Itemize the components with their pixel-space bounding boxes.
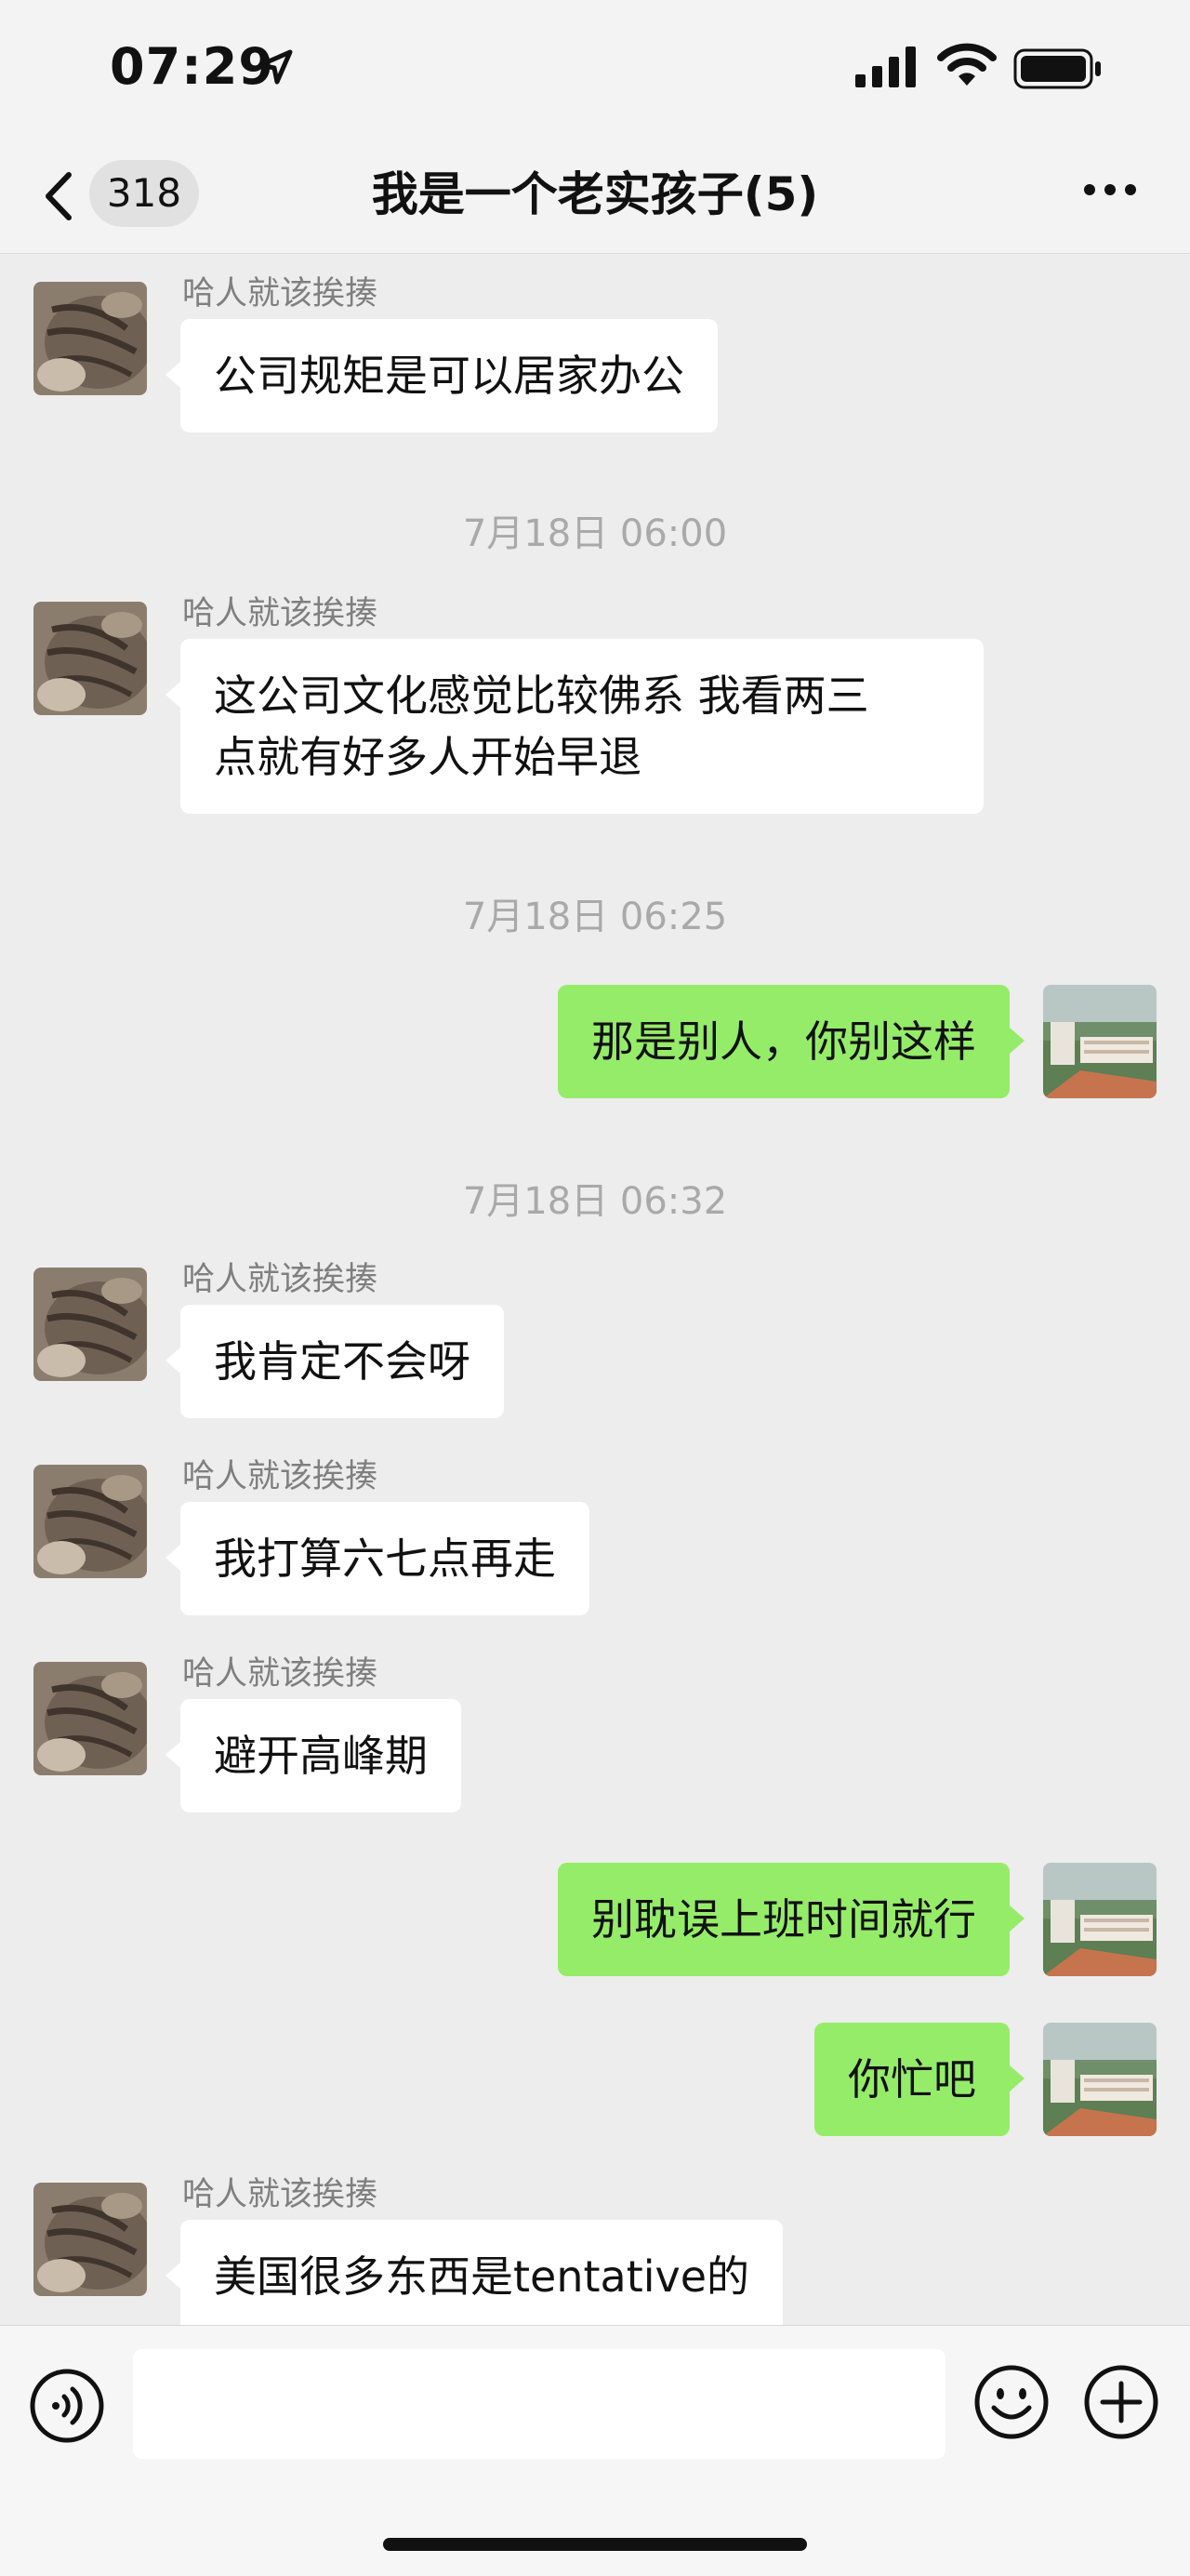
message-bubble-received[interactable]: 这公司文化感觉比较佛系 我看两三 点就有好多人开始早退 <box>165 639 984 814</box>
message-bubble-sent[interactable]: 那是别人，你别这样 <box>558 985 1025 1098</box>
message-timestamp: 7月18日 06:00 <box>462 512 728 555</box>
input-bar <box>0 2325 1190 2576</box>
message-timestamp: 7月18日 06:32 <box>462 1180 728 1223</box>
avatar-cat[interactable] <box>33 2183 147 2296</box>
avatar-self[interactable] <box>1043 985 1157 1098</box>
voice-icon[interactable] <box>28 2367 106 2445</box>
message-list[interactable]: 哈人就该挨揍 公司规矩是可以居家办公 7月18日 06:00 哈人就该挨揍 这公… <box>0 254 1190 2325</box>
message-bubble-received[interactable]: 公司规矩是可以居家办公 <box>165 319 718 432</box>
avatar-cat[interactable] <box>33 1662 147 1775</box>
message-bubble-sent[interactable]: 你忙吧 <box>814 2023 1025 2136</box>
message-text: 那是别人，你别这样 <box>591 1016 976 1067</box>
avatar-cat[interactable] <box>33 1465 147 1578</box>
message-bubble-received[interactable]: 避开高峰期 <box>165 1699 461 1812</box>
message-text: 我肯定不会呀 <box>214 1336 470 1387</box>
home-indicator[interactable] <box>383 2538 807 2551</box>
avatar-self[interactable] <box>1043 1863 1157 1976</box>
wifi-icon <box>937 43 997 86</box>
avatar-cat[interactable] <box>33 282 147 395</box>
avatar-self[interactable] <box>1043 2023 1157 2136</box>
sender-name: 哈人就该挨揍 <box>182 1458 378 1495</box>
sender-name: 哈人就该挨揍 <box>182 1655 378 1693</box>
message-bubble-received[interactable]: 我肯定不会呀 <box>165 1305 504 1418</box>
location-arrow-icon <box>258 49 293 85</box>
avatar-cat[interactable] <box>33 1268 147 1381</box>
sender-name: 哈人就该挨揍 <box>182 2176 378 2213</box>
sender-name: 哈人就该挨揍 <box>182 595 378 632</box>
message-bubble-received[interactable]: 我打算六七点再走 <box>165 1502 589 1615</box>
chat-title: 我是一个老实孩子(5) <box>371 167 819 221</box>
message-text: 我打算六七点再走 <box>214 1534 556 1584</box>
message-text: 别耽误上班时间就行 <box>591 1894 976 1945</box>
message-text: 美国很多东西是tentative的 <box>214 2251 750 2302</box>
plus-icon[interactable] <box>1082 2363 1160 2441</box>
more-icon[interactable] <box>1069 184 1153 206</box>
message-text-line: 这公司文化感觉比较佛系 我看两三 <box>214 671 869 721</box>
signal-icon <box>855 46 916 87</box>
message-text: 避开高峰期 <box>214 1731 428 1781</box>
emoji-icon[interactable] <box>972 2363 1051 2441</box>
sender-name: 哈人就该挨揍 <box>182 1261 378 1298</box>
avatar-cat[interactable] <box>33 602 147 715</box>
battery-icon <box>1013 48 1101 89</box>
message-input[interactable] <box>133 2349 945 2459</box>
chat-header: 318 我是一个老实孩子(5) <box>0 139 1190 254</box>
message-bubble-received[interactable]: 美国很多东西是tentative的 <box>165 2220 784 2325</box>
message-timestamp: 7月18日 06:25 <box>462 896 728 938</box>
message-text: 你忙吧 <box>848 2054 976 2105</box>
unread-count-badge[interactable]: 318 <box>89 160 199 227</box>
message-text: 公司规矩是可以居家办公 <box>214 351 684 401</box>
status-time: 07:29 <box>110 37 274 96</box>
status-bar: 07:29 <box>0 0 1190 139</box>
sender-name: 哈人就该挨揍 <box>182 275 378 312</box>
message-text-line: 点就有好多人开始早退 <box>214 732 641 782</box>
message-bubble-sent[interactable]: 别耽误上班时间就行 <box>558 1863 1025 1976</box>
chevron-left-icon[interactable] <box>35 164 82 229</box>
